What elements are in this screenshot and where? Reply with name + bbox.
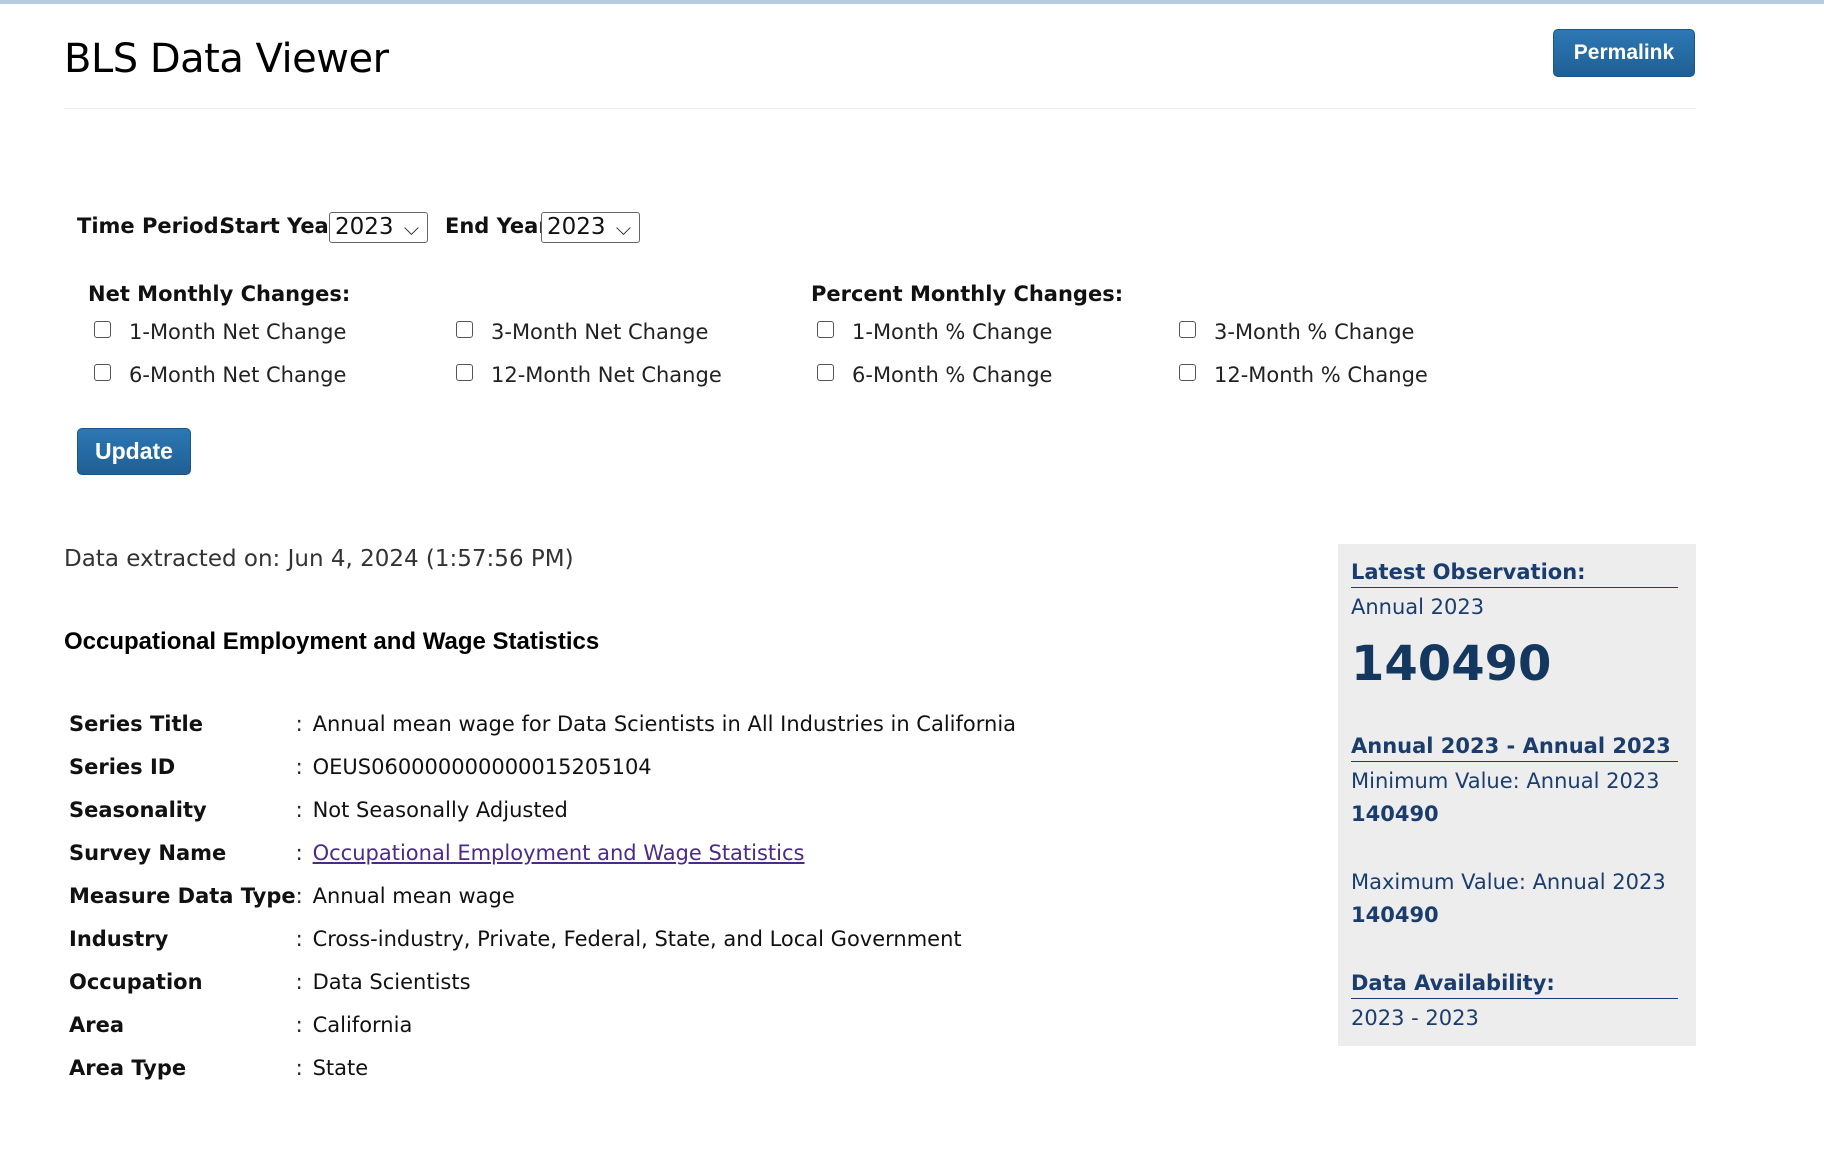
chevron-down-icon: ⌵ bbox=[615, 216, 631, 240]
time-period-label: Time Period: bbox=[77, 214, 228, 238]
checkbox-12-month-net-change[interactable] bbox=[456, 364, 473, 381]
series-title-value: Annual mean wage for Data Scientists in … bbox=[312, 711, 1017, 736]
checkbox-label: 3-Month Net Change bbox=[491, 320, 709, 344]
table-row: Measure Data Type : Annual mean wage bbox=[64, 874, 1016, 917]
maximum-value: 140490 bbox=[1351, 903, 1439, 927]
separator: : bbox=[295, 926, 303, 951]
permalink-button[interactable]: Permalink bbox=[1553, 29, 1695, 77]
series-id-value: OEUS060000000000015205104 bbox=[312, 754, 652, 779]
data-extracted-timestamp: Data extracted on: Jun 4, 2024 (1:57:56 … bbox=[64, 546, 574, 572]
maximum-value-label: Maximum Value: Annual 2023 bbox=[1351, 870, 1666, 894]
separator: : bbox=[295, 840, 303, 865]
checkbox-1-month-net-change[interactable] bbox=[94, 321, 111, 338]
latest-observation-panel: Latest Observation: Annual 2023 140490 A… bbox=[1338, 544, 1696, 1046]
checkbox-12-month-percent-change[interactable] bbox=[1179, 364, 1196, 381]
checkbox-label: 6-Month Net Change bbox=[129, 363, 347, 387]
checkbox-6-month-percent-change[interactable] bbox=[817, 364, 834, 381]
data-availability-heading: Data Availability: bbox=[1351, 971, 1678, 999]
checkbox-3-month-percent-change[interactable] bbox=[1179, 321, 1196, 338]
checkbox-label: 3-Month % Change bbox=[1214, 320, 1415, 344]
occupation-key: Occupation bbox=[69, 969, 203, 994]
survey-name-value: Occupational Employment and Wage Statist… bbox=[311, 831, 1016, 874]
separator: : bbox=[295, 711, 303, 736]
table-row: Series ID : OEUS060000000000015205104 bbox=[64, 745, 1016, 788]
latest-observation-period: Annual 2023 bbox=[1351, 595, 1485, 619]
survey-name-link[interactable]: Occupational Employment and Wage Statist… bbox=[313, 841, 805, 865]
area-type-value: State bbox=[312, 1055, 369, 1080]
table-row: Industry : Cross-industry, Private, Fede… bbox=[64, 917, 1016, 960]
survey-name-key: Survey Name bbox=[69, 840, 227, 865]
percent-changes-title: Percent Monthly Changes: bbox=[811, 282, 1124, 306]
table-row: Series Title : Annual mean wage for Data… bbox=[64, 702, 1016, 745]
checkbox-label: 6-Month % Change bbox=[852, 363, 1053, 387]
minimum-value: 140490 bbox=[1351, 802, 1439, 826]
table-row: Survey Name : Occupational Employment an… bbox=[64, 831, 1016, 874]
series-title-key: Series Title bbox=[69, 711, 203, 736]
separator: : bbox=[295, 1012, 303, 1037]
top-accent-rule bbox=[0, 0, 1824, 4]
occupation-value: Data Scientists bbox=[312, 969, 471, 994]
separator: : bbox=[295, 797, 303, 822]
area-value: California bbox=[312, 1012, 413, 1037]
checkbox-1-month-percent-change[interactable] bbox=[817, 321, 834, 338]
chevron-down-icon: ⌵ bbox=[403, 216, 419, 240]
minimum-value-label: Minimum Value: Annual 2023 bbox=[1351, 769, 1660, 793]
checkbox-label: 1-Month Net Change bbox=[129, 320, 347, 344]
checkbox-label: 12-Month Net Change bbox=[491, 363, 722, 387]
separator: : bbox=[295, 1055, 303, 1080]
table-row: Seasonality : Not Seasonally Adjusted bbox=[64, 788, 1016, 831]
table-row: Area : California bbox=[64, 1003, 1016, 1046]
header-divider bbox=[64, 108, 1696, 109]
area-key: Area bbox=[69, 1012, 125, 1037]
separator: : bbox=[295, 969, 303, 994]
table-row: Occupation : Data Scientists bbox=[64, 960, 1016, 1003]
measure-data-type-value: Annual mean wage bbox=[312, 883, 515, 908]
checkbox-3-month-net-change[interactable] bbox=[456, 321, 473, 338]
end-year-value: 2023 bbox=[547, 214, 606, 240]
range-heading: Annual 2023 - Annual 2023 bbox=[1351, 734, 1678, 762]
series-metadata-table: Series Title : Annual mean wage for Data… bbox=[64, 702, 1016, 1089]
checkbox-6-month-net-change[interactable] bbox=[94, 364, 111, 381]
start-year-select[interactable]: 2023 ⌵ bbox=[329, 212, 428, 243]
checkbox-label: 12-Month % Change bbox=[1214, 363, 1428, 387]
start-year-value: 2023 bbox=[335, 214, 394, 240]
separator: : bbox=[295, 754, 303, 779]
seasonality-key: Seasonality bbox=[69, 797, 207, 822]
checkbox-label: 1-Month % Change bbox=[852, 320, 1053, 344]
page-title: BLS Data Viewer bbox=[64, 36, 389, 82]
series-id-key: Series ID bbox=[69, 754, 176, 779]
end-year-select[interactable]: 2023 ⌵ bbox=[541, 212, 640, 243]
measure-data-type-key: Measure Data Type bbox=[69, 883, 296, 908]
net-changes-title: Net Monthly Changes: bbox=[88, 282, 351, 306]
separator: : bbox=[295, 883, 303, 908]
seasonality-value: Not Seasonally Adjusted bbox=[312, 797, 568, 822]
industry-value: Cross-industry, Private, Federal, State,… bbox=[312, 926, 962, 951]
industry-key: Industry bbox=[69, 926, 169, 951]
data-availability-range: 2023 - 2023 bbox=[1351, 1006, 1479, 1030]
table-row: Area Type : State bbox=[64, 1046, 1016, 1089]
latest-observation-value: 140490 bbox=[1351, 636, 1552, 692]
area-type-key: Area Type bbox=[69, 1055, 187, 1080]
update-button[interactable]: Update bbox=[77, 428, 191, 475]
survey-heading: Occupational Employment and Wage Statist… bbox=[64, 628, 600, 655]
latest-observation-heading: Latest Observation: bbox=[1351, 560, 1678, 588]
